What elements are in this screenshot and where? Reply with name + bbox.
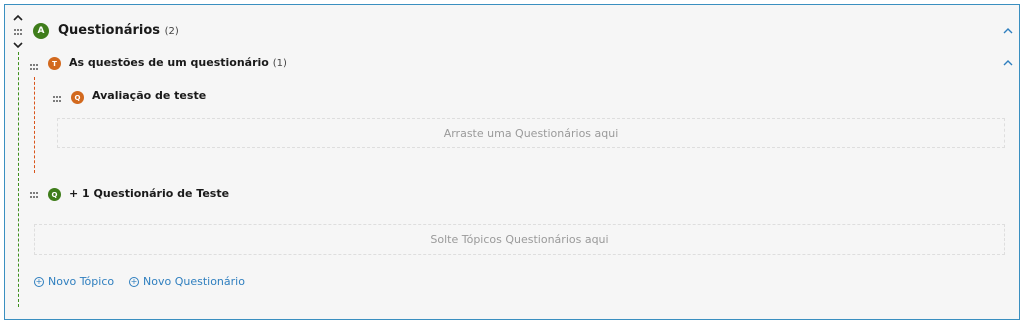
quiz-title[interactable]: Avaliação de teste: [92, 89, 206, 102]
new-topic-label: Novo Tópico: [48, 275, 115, 288]
topic-title-text: As questões de um questionário: [69, 56, 269, 69]
section-title-text: Questionários: [58, 23, 161, 38]
topic-title[interactable]: As questões de um questionário (1): [69, 56, 287, 69]
topic-drag-handle-icon[interactable]: [30, 64, 38, 70]
quiz-builder-panel: A Questionários (2) T As questões de um …: [4, 4, 1020, 320]
section-dropzone[interactable]: Solte Tópicos Questionários aqui: [34, 224, 1005, 255]
quiz2-badge: Q: [48, 188, 61, 201]
move-up-icon[interactable]: [13, 14, 23, 21]
quiz-drag-handle-icon[interactable]: [53, 96, 61, 102]
new-quiz-link[interactable]: + Novo Questionário: [129, 275, 245, 288]
section-badge: A: [33, 23, 49, 39]
section-collapse-icon[interactable]: [1003, 28, 1013, 34]
plus-circle-icon: +: [34, 276, 44, 287]
topic-collapse-icon[interactable]: [1003, 60, 1013, 66]
quiz2-drag-handle-icon[interactable]: [30, 192, 38, 198]
new-quiz-label: Novo Questionário: [143, 275, 245, 288]
section-count: (2): [164, 26, 179, 37]
quiz2-title[interactable]: + 1 Questionário de Teste: [69, 187, 229, 200]
move-down-icon[interactable]: [13, 42, 23, 49]
section-title[interactable]: Questionários (2): [58, 23, 179, 38]
topic-dropzone[interactable]: Arraste uma Questionários aqui: [57, 118, 1005, 148]
topic-count: (1): [272, 58, 287, 69]
section-tree-line: [18, 52, 19, 307]
topic-tree-line: [34, 77, 35, 173]
new-topic-link[interactable]: + Novo Tópico: [34, 275, 114, 288]
section-drag-handle-icon[interactable]: [14, 29, 22, 35]
plus-circle-icon: +: [129, 276, 139, 287]
quiz-badge: Q: [71, 91, 84, 104]
topic-badge: T: [48, 57, 61, 70]
